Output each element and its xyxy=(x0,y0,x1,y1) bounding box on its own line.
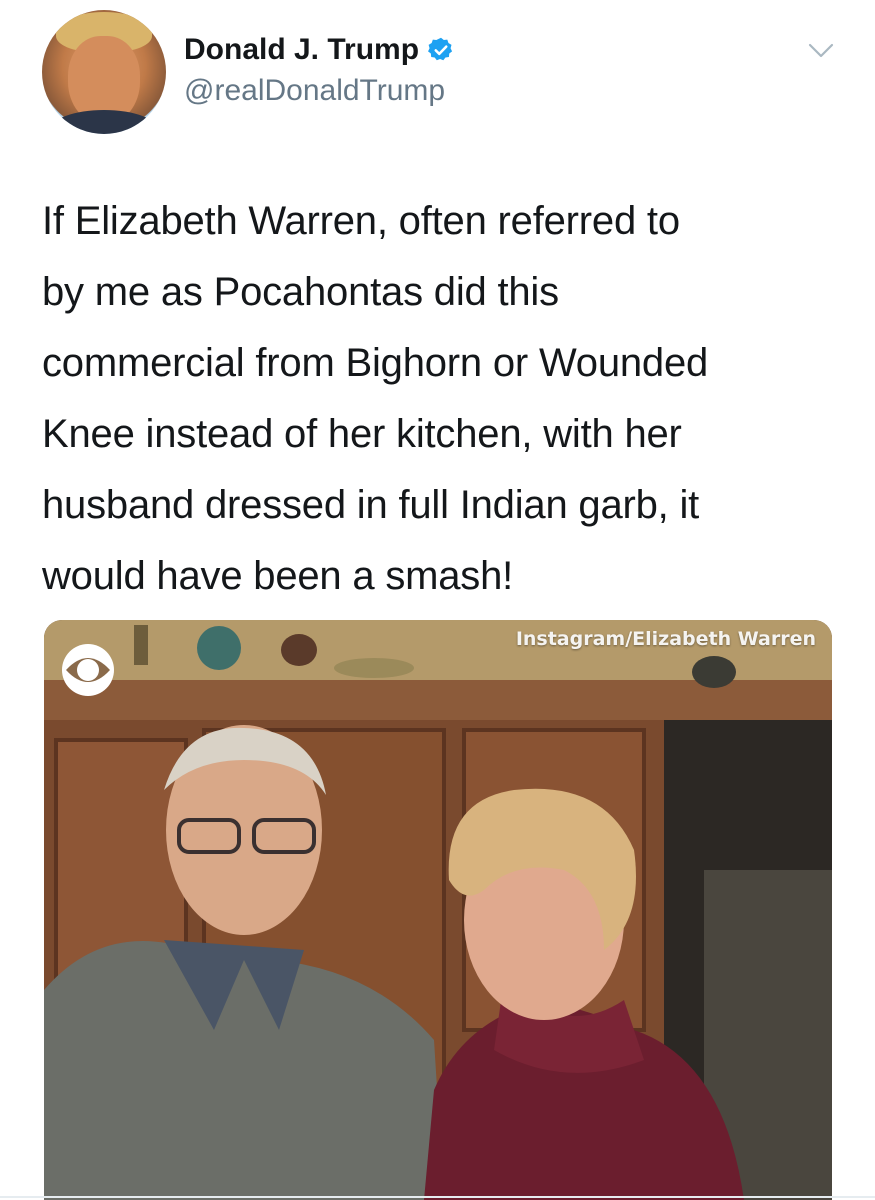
tweet-media-video[interactable]: Instagram/Elizabeth Warren xyxy=(44,620,832,1200)
author-handle[interactable]: @realDonaldTrump xyxy=(184,74,445,108)
media-watermark: Instagram/Elizabeth Warren xyxy=(515,628,816,650)
tweet-text: If Elizabeth Warren, often referred to b… xyxy=(42,199,709,598)
author-name[interactable]: Donald J. Trump xyxy=(184,33,419,67)
avatar-suit xyxy=(50,110,158,134)
verified-badge-icon xyxy=(428,37,453,61)
cbs-eye-logo xyxy=(62,644,114,696)
chevron-down-icon[interactable] xyxy=(808,42,834,60)
video-frame xyxy=(44,620,832,1200)
divider xyxy=(0,1196,875,1198)
author-row: Donald J. Trump xyxy=(184,32,455,68)
avatar[interactable] xyxy=(42,10,166,134)
